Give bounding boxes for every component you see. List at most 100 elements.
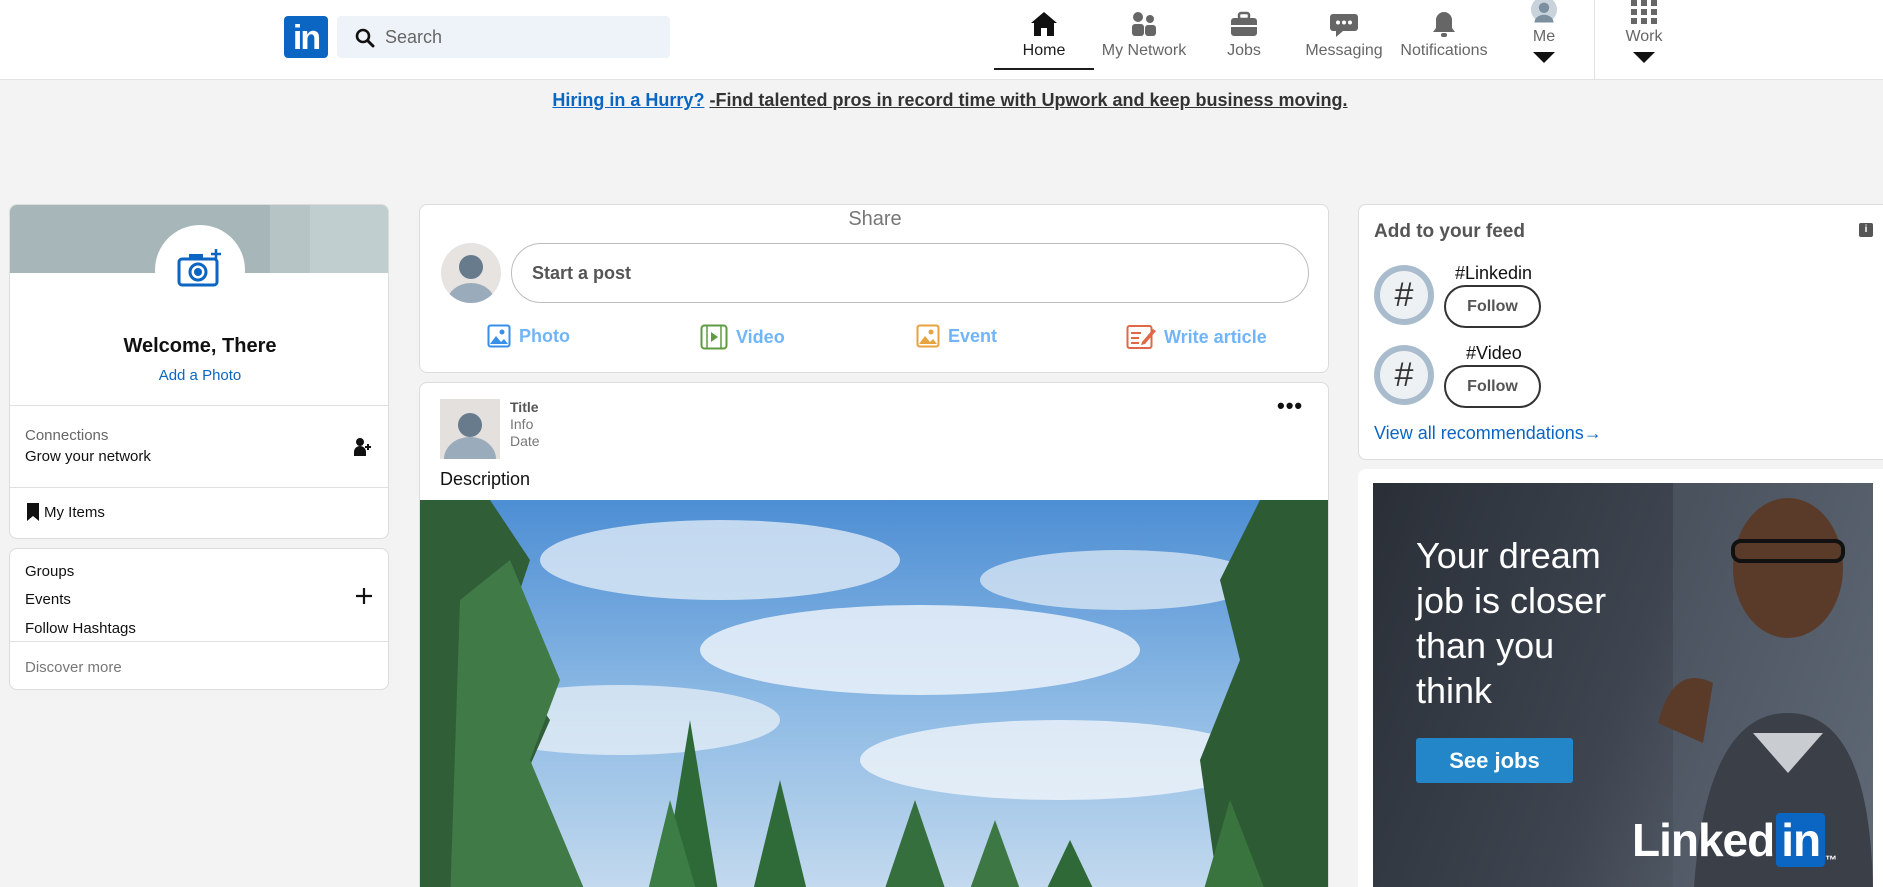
add-to-feed-card: Add to your feed i # #Linkedin Follow # …: [1358, 204, 1883, 460]
user-avatar: [441, 243, 501, 303]
plus-icon[interactable]: [355, 587, 373, 605]
feed-post: Title Info Date ••• Description: [419, 382, 1329, 887]
linkedin-wordmark: Linked in ™: [1632, 813, 1837, 867]
camera-icon: [177, 249, 221, 287]
more-options-icon[interactable]: •••: [1277, 393, 1303, 419]
share-box: Share Start a post Photo Video Event Wri…: [419, 204, 1329, 373]
hashtag-icon: #: [1380, 351, 1428, 399]
post-author-avatar[interactable]: [440, 399, 500, 459]
my-items-label: My Items: [44, 503, 105, 521]
banner-link[interactable]: Hiring in a Hurry?: [552, 90, 704, 110]
event-icon: [916, 324, 940, 348]
info-icon[interactable]: i: [1859, 223, 1873, 237]
nav-work-label: Work: [1625, 28, 1663, 45]
search-icon: [355, 28, 375, 48]
photo-label: Photo: [519, 325, 570, 346]
follow-hashtags-link[interactable]: Follow Hashtags: [25, 620, 136, 637]
post-title[interactable]: Title: [510, 399, 539, 415]
video-label: Video: [736, 326, 785, 347]
view-all-label: View all recommendations: [1374, 423, 1584, 443]
recommendation-tag[interactable]: #Video: [1466, 343, 1522, 364]
post-image[interactable]: [420, 500, 1329, 887]
events-link[interactable]: Events: [25, 591, 71, 608]
groups-card: Groups Events Follow Hashtags Discover m…: [9, 548, 389, 690]
recommendation-tag[interactable]: #Linkedin: [1455, 263, 1532, 284]
home-icon: [1031, 12, 1057, 36]
network-icon: [1132, 12, 1156, 36]
nav-messaging[interactable]: Messaging: [1294, 0, 1394, 70]
trademark: ™: [1825, 853, 1837, 867]
chevron-down-icon: [1533, 52, 1555, 63]
start-post-input[interactable]: Start a post: [511, 243, 1309, 303]
nav-messaging-label: Messaging: [1305, 42, 1383, 59]
nav-jobs-label: Jobs: [1227, 42, 1261, 59]
ad-headline-line: than you: [1416, 625, 1555, 666]
nav-home[interactable]: Home: [994, 0, 1094, 70]
user-avatar-icon: [444, 413, 496, 459]
hashtag-icon: #: [1380, 271, 1428, 319]
bell-icon: [1433, 12, 1455, 37]
nav-home-label: Home: [1022, 42, 1066, 59]
hashtag-avatar[interactable]: #: [1374, 345, 1434, 405]
event-button[interactable]: Event: [916, 324, 997, 348]
ad-image[interactable]: Your dream job is closer than you think …: [1373, 483, 1873, 887]
bookmark-icon: [27, 503, 39, 521]
avatar-icon: [1531, 0, 1557, 23]
profile-photo-placeholder[interactable]: [155, 225, 245, 315]
my-items-link[interactable]: My Items: [26, 503, 105, 521]
ad-headline-line: job is closer: [1416, 580, 1607, 621]
feed-title: Add to your feed: [1374, 221, 1525, 242]
see-jobs-button[interactable]: See jobs: [1416, 738, 1573, 783]
grow-network-link[interactable]: Grow your network: [25, 448, 151, 465]
chat-icon: [1330, 14, 1358, 37]
nav-work[interactable]: Work: [1614, 0, 1674, 70]
ad-headline-line: think: [1416, 670, 1493, 711]
brand-in: in: [1776, 813, 1826, 867]
follow-button[interactable]: Follow: [1444, 365, 1541, 408]
brand-text: Linked: [1632, 814, 1775, 866]
post-description: Description: [440, 469, 531, 489]
user-avatar-icon: [447, 255, 495, 303]
groups-link[interactable]: Groups: [25, 563, 74, 580]
nav-notifications[interactable]: Notifications: [1394, 0, 1494, 70]
nav-divider: [1594, 0, 1595, 80]
photo-button[interactable]: Photo: [487, 324, 570, 348]
discover-more-link[interactable]: Discover more: [25, 659, 122, 676]
video-icon: [700, 324, 728, 350]
chevron-down-icon: [1633, 52, 1655, 63]
search-input[interactable]: [385, 16, 655, 58]
banner-text[interactable]: -Find talented pros in record time with …: [709, 90, 1347, 110]
write-article-button[interactable]: Write article: [1126, 324, 1267, 350]
add-photo-link[interactable]: Add a Photo: [10, 367, 388, 384]
nav-my-network-label: My Network: [1101, 42, 1187, 59]
grid-icon: [1631, 0, 1657, 24]
nav-my-network[interactable]: My Network: [1094, 0, 1194, 70]
welcome-heading: Welcome, There: [123, 335, 277, 357]
add-person-icon[interactable]: [354, 437, 372, 457]
ad-card: Your dream job is closer than you think …: [1358, 469, 1883, 887]
hashtag-avatar[interactable]: #: [1374, 265, 1434, 325]
nav-jobs[interactable]: Jobs: [1194, 0, 1294, 70]
share-title: Share: [848, 208, 902, 230]
nav-notifications-label: Notifications: [1400, 42, 1488, 59]
post-date: Date: [510, 433, 540, 449]
photo-icon: [487, 324, 511, 348]
video-button[interactable]: Video: [700, 324, 785, 350]
linkedin-logo[interactable]: in: [284, 16, 328, 58]
article-icon: [1126, 325, 1156, 349]
nav-me[interactable]: Me: [1514, 0, 1574, 70]
connections-label[interactable]: Connections: [25, 427, 108, 444]
arrow-right-icon: →: [1583, 423, 1602, 443]
profile-card: Welcome, There Add a Photo Connections G…: [9, 204, 389, 539]
follow-button[interactable]: Follow: [1444, 285, 1541, 328]
ad-headline-line: Your dream: [1416, 535, 1601, 576]
divider: [10, 405, 388, 406]
ad-headline: Your dream job is closer than you think: [1416, 533, 1606, 713]
divider: [10, 487, 388, 488]
nav-me-label: Me: [1532, 28, 1556, 45]
view-all-recommendations-link[interactable]: View all recommendations→: [1374, 423, 1602, 444]
event-label: Event: [948, 325, 998, 346]
divider: [10, 641, 388, 642]
search-bar[interactable]: [337, 16, 670, 58]
post-info: Info: [510, 416, 534, 432]
